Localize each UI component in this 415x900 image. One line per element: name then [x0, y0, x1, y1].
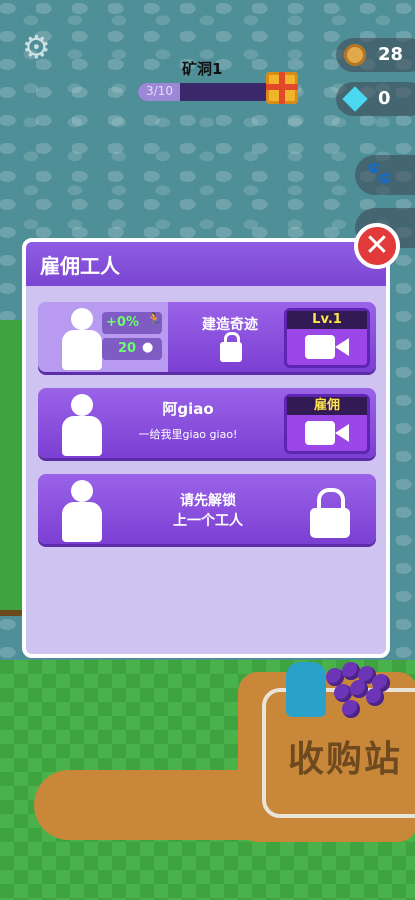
- pile-icon: ●: [142, 340, 154, 355]
- gem-counter: 0: [336, 82, 415, 116]
- speed-bonus-stat: +0% 🏃: [102, 312, 162, 334]
- progress-text: 3/10: [146, 84, 173, 98]
- gem-value: 0: [378, 88, 391, 109]
- coin-value: 28: [378, 44, 404, 65]
- level-tag: Lv.1: [287, 311, 367, 329]
- padlock-icon: [310, 488, 350, 538]
- worker-card-2: 阿giao 一给我里giao giao! 雇佣: [38, 388, 376, 458]
- hire-tag: 雇佣: [287, 397, 367, 415]
- worker-card-title: 建造奇迹: [202, 317, 258, 333]
- dialog-title: 雇佣工人: [40, 254, 120, 278]
- mine-level-label: 矿洞1: [182, 60, 223, 78]
- gift-box-icon[interactable]: [266, 72, 298, 104]
- paw-icon: 🐾: [365, 161, 393, 186]
- coin-icon: [344, 44, 366, 66]
- lock-icon: [220, 332, 242, 362]
- hire-video-button[interactable]: 雇佣: [284, 394, 370, 454]
- coin-counter: 28: [336, 38, 415, 72]
- worker-name: 阿giao: [162, 400, 214, 418]
- video-camera-icon: [305, 335, 349, 359]
- grape-bunch-icon: [322, 660, 392, 720]
- worker-character: [286, 662, 326, 717]
- settings-gear-icon[interactable]: ⚙: [22, 28, 51, 66]
- upgrade-video-button[interactable]: Lv.1: [284, 308, 370, 368]
- worker-avatar-panel: +0% 🏃 20 ●: [38, 302, 168, 372]
- purchase-station-label: 收购站: [288, 739, 403, 780]
- paw-button[interactable]: 🐾: [355, 155, 415, 195]
- worker-card-3-locked: 请先解锁 上一个工人: [38, 474, 376, 544]
- mine-progress-bar: 3/10: [138, 83, 278, 101]
- video-camera-icon: [305, 421, 349, 445]
- worker-description: 一给我里giao giao!: [138, 428, 238, 441]
- close-button[interactable]: ✕: [354, 223, 400, 269]
- dialog-header: 雇佣工人: [26, 242, 386, 286]
- diamond-icon: [342, 86, 368, 112]
- capacity-stat: 20 ●: [102, 338, 162, 360]
- worker-card-1: +0% 🏃 20 ● 建造奇迹 Lv.1: [38, 302, 376, 372]
- speed-bonus-value: +0%: [106, 315, 139, 330]
- unlock-hint-line1: 请先解锁: [180, 493, 236, 509]
- capacity-value: 20: [118, 341, 137, 356]
- unlock-hint-line2: 上一个工人: [173, 513, 243, 529]
